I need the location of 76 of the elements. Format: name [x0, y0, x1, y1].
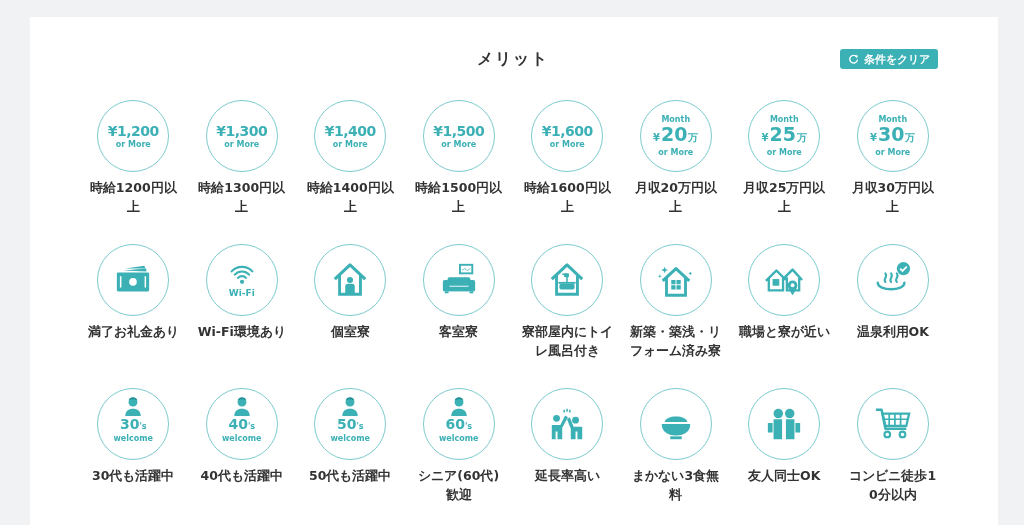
merit-label: 満了お礼金あり: [87, 323, 180, 341]
merit-badge[interactable]: Month ¥25万 or More: [748, 100, 821, 172]
merit-label: まかない3食無料: [631, 467, 721, 504]
period-text: Month: [661, 114, 691, 124]
merit-label: 月収20万円以上: [633, 179, 718, 216]
note-text: or More: [332, 139, 368, 150]
merit-label: 時給1600円以上: [522, 179, 612, 216]
unit-text: 万: [905, 130, 916, 145]
merit-label: 客室寮: [438, 323, 480, 341]
merit-label: 30代も活躍中: [91, 467, 176, 485]
amount-text: ¥1,600: [541, 122, 593, 140]
decade-text: 40: [228, 417, 248, 432]
period-text: Month: [878, 114, 908, 124]
note-text: or More: [766, 147, 802, 158]
welcome-text: welcome: [113, 434, 154, 443]
unit-text: 万: [688, 130, 699, 145]
merit-label: 時給1400円以上: [305, 179, 395, 216]
currency-text: ¥: [761, 130, 769, 145]
note-text: or More: [441, 139, 477, 150]
amount-text: ¥1,200: [107, 122, 159, 140]
period-text: Month: [769, 114, 799, 124]
merit-label: 個室寮: [329, 323, 371, 341]
note-text: or More: [224, 139, 260, 150]
amount-text: ¥1,500: [433, 122, 485, 140]
merit-label: 寮部屋内にトイレ風呂付き: [521, 323, 614, 360]
decade-text: 60: [445, 417, 465, 432]
merit-label: 新築・築浅・リフォーム済み寮: [629, 323, 722, 360]
currency-text: ¥: [653, 130, 660, 145]
merit-label: Wi-Fi環境あり: [196, 323, 287, 341]
welcome-text: welcome: [438, 434, 479, 443]
merit-label: 50代も活躍中: [308, 467, 393, 485]
merit-badge[interactable]: ¥1,600 or More: [531, 100, 604, 172]
merit-label: シニア(60代)歓迎: [417, 467, 501, 504]
merit-label: 延長率高い: [533, 467, 601, 485]
unit-text: 万: [796, 130, 807, 145]
merit-label: 時給1300円以上: [197, 179, 287, 216]
merit-label: 温泉利用OK: [855, 323, 930, 341]
merit-badge[interactable]: Wi-Fi: [205, 244, 278, 316]
merit-label: 40代も活躍中: [199, 467, 284, 485]
merit-label: 職場と寮が近い: [738, 323, 831, 341]
currency-text: ¥: [870, 130, 877, 145]
suffix-text: 's: [464, 422, 473, 433]
amount-text: 30: [878, 123, 905, 144]
merit-badge[interactable]: ¥1,400 or More: [314, 100, 387, 172]
merit-label: コンビニ徒歩10分以内: [848, 467, 938, 504]
note-text: or More: [115, 139, 151, 150]
wifi-text: Wi-Fi: [228, 288, 255, 299]
merit-badge[interactable]: 60's welcome: [422, 388, 495, 460]
clear-conditions-button[interactable]: 条件をクリア: [840, 49, 938, 69]
merit-badge[interactable]: 40's welcome: [205, 388, 278, 460]
merit-badge[interactable]: ¥1,300 or More: [205, 100, 278, 172]
suffix-text: 's: [247, 422, 256, 433]
section-title: メリット: [477, 48, 549, 70]
merit-label: 月収30万円以上: [850, 179, 935, 216]
welcome-text: welcome: [221, 434, 262, 443]
refresh-icon: [848, 53, 859, 65]
note-text: or More: [875, 147, 911, 158]
merit-label: 時給1500円以上: [414, 179, 504, 216]
merit-badge[interactable]: Month ¥30万 or More: [856, 100, 929, 172]
merit-label: 時給1200円以上: [88, 179, 178, 216]
amount-text: 20: [661, 123, 688, 144]
merit-badge[interactable]: ¥1,200 or More: [97, 100, 170, 172]
amount-text: ¥1,400: [324, 122, 376, 140]
suffix-text: 's: [356, 422, 364, 433]
merit-badge[interactable]: ¥1,500 or More: [422, 100, 495, 172]
merit-label: 月収25万円以上: [742, 179, 827, 216]
welcome-text: welcome: [330, 434, 371, 443]
merit-label: 友人同士OK: [747, 467, 822, 485]
amount-text: 25: [769, 123, 796, 144]
merit-badge[interactable]: 30's welcome: [97, 388, 170, 460]
note-text: or More: [658, 147, 694, 158]
note-text: or More: [549, 139, 585, 150]
amount-text: ¥1,300: [216, 122, 268, 140]
merit-badge[interactable]: Month ¥20万 or More: [639, 100, 712, 172]
merit-badge[interactable]: 50's welcome: [314, 388, 387, 460]
suffix-text: 's: [139, 422, 147, 433]
